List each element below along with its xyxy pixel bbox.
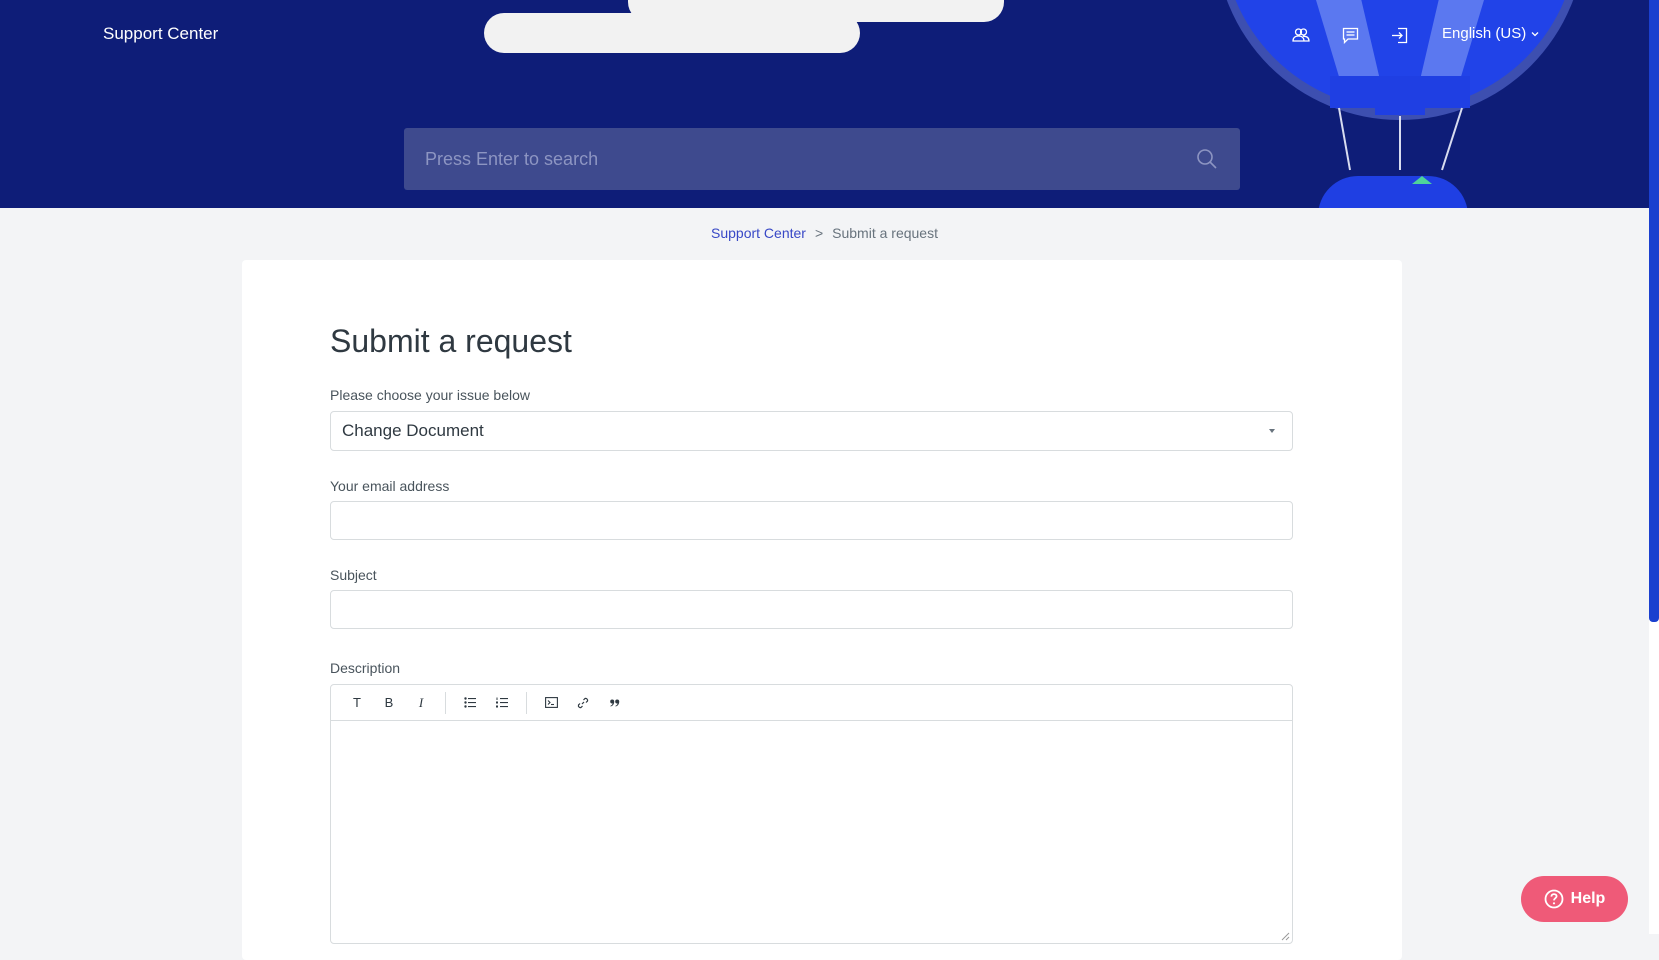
issue-select-value: Change Document	[342, 421, 484, 440]
description-textarea[interactable]	[331, 721, 1292, 943]
search-bar	[404, 128, 1240, 190]
search-icon[interactable]	[1196, 148, 1218, 170]
subject-label: Subject	[330, 567, 377, 583]
cloud-decoration	[484, 13, 860, 53]
link-icon[interactable]	[567, 690, 599, 716]
code-block-icon[interactable]	[535, 690, 567, 716]
chevron-down-icon	[1531, 31, 1539, 36]
search-input[interactable]	[404, 147, 1196, 171]
bold-button[interactable]: B	[373, 690, 405, 716]
page-title: Submit a request	[330, 323, 572, 359]
scrollbar-thumb[interactable]	[1649, 0, 1659, 622]
italic-button[interactable]: I	[405, 690, 437, 716]
numbered-list-icon[interactable]	[486, 690, 518, 716]
email-field[interactable]	[331, 502, 1292, 539]
quote-icon[interactable]	[599, 690, 631, 716]
subject-field-wrapper	[330, 590, 1293, 629]
breadcrumb: Support Center > Submit a request	[0, 225, 1649, 241]
bullet-list-icon[interactable]	[454, 690, 486, 716]
text-style-button[interactable]: T	[341, 690, 373, 716]
dropdown-caret-icon	[1269, 429, 1275, 433]
requests-icon[interactable]	[1339, 24, 1361, 46]
email-field-wrapper	[330, 501, 1293, 540]
breadcrumb-separator: >	[814, 225, 824, 241]
description-editor: T B I	[330, 684, 1293, 944]
language-selector[interactable]: English (US)	[1442, 25, 1539, 42]
subject-field[interactable]	[331, 591, 1292, 628]
breadcrumb-current: Submit a request	[832, 225, 938, 241]
request-form-card: Submit a request Please choose your issu…	[242, 260, 1402, 960]
breadcrumb-home-link[interactable]: Support Center	[711, 225, 806, 241]
toolbar-divider	[445, 691, 446, 714]
page-scrollbar[interactable]	[1649, 0, 1659, 934]
brand-name[interactable]: Support Center	[103, 24, 218, 44]
email-label: Your email address	[330, 478, 450, 494]
issue-select[interactable]: Change Document	[330, 411, 1293, 451]
language-label: English (US)	[1442, 25, 1527, 42]
question-circle-icon	[1544, 889, 1564, 909]
community-icon[interactable]	[1290, 24, 1312, 46]
issue-label: Please choose your issue below	[330, 387, 531, 403]
sign-in-icon[interactable]	[1388, 24, 1410, 46]
editor-toolbar: T B I	[331, 685, 1292, 721]
help-label: Help	[1570, 890, 1606, 907]
resize-handle-icon[interactable]	[1281, 932, 1290, 941]
description-label: Description	[330, 660, 401, 676]
header-nav	[1290, 24, 1437, 46]
site-header: Support Center English (US)	[0, 0, 1649, 208]
help-button[interactable]: Help	[1521, 876, 1628, 922]
toolbar-divider	[526, 691, 527, 714]
